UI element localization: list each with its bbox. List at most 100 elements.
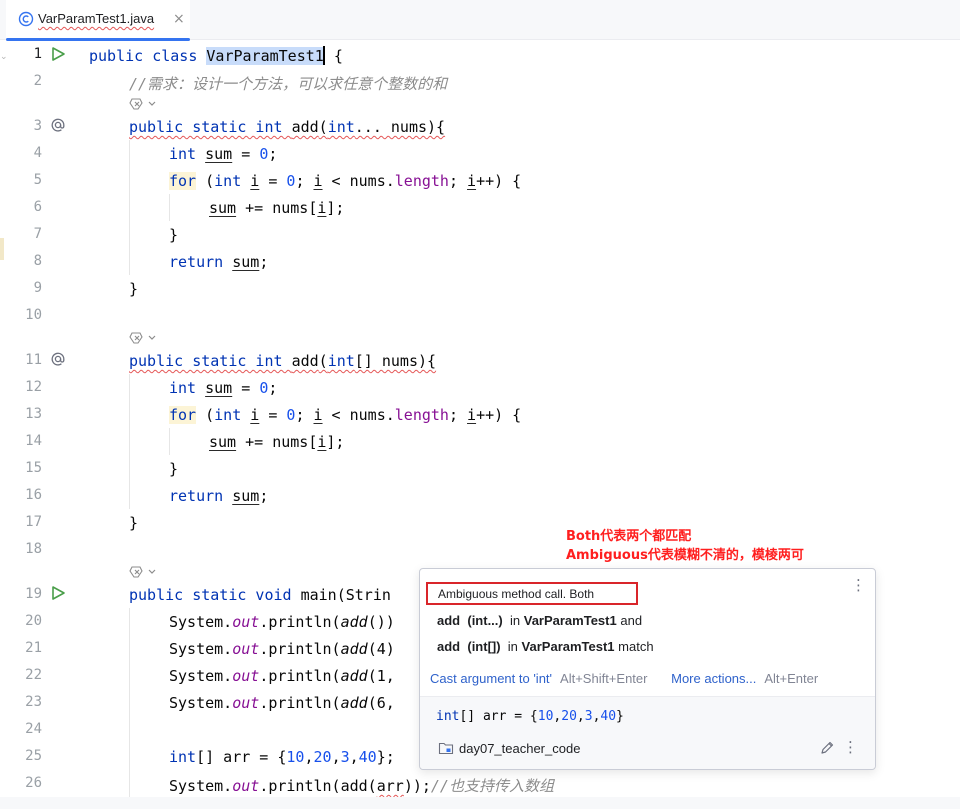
- label-text: and: [620, 613, 643, 628]
- run-gutter-icon[interactable]: [50, 585, 66, 601]
- code-line[interactable]: for (int i = 0; i < nums.length; i++) {: [169, 406, 960, 424]
- line-number: 23: [25, 694, 42, 710]
- code-token: sum: [232, 253, 260, 271]
- code-token: 10: [286, 748, 305, 766]
- ai-assist-icon[interactable]: [129, 96, 159, 112]
- cast-argument-action[interactable]: Cast argument to 'int': [430, 671, 552, 686]
- code-token: 3: [340, 748, 350, 766]
- more-kebab-icon[interactable]: ⋮: [843, 738, 858, 756]
- code-line[interactable]: public class VarParamTest1 {: [89, 46, 889, 65]
- code-token: out: [232, 667, 260, 685]
- code-line[interactable]: return sum;: [169, 253, 960, 271]
- close-icon[interactable]: ×: [173, 11, 185, 27]
- code-token: System.: [169, 777, 233, 795]
- code-token: i: [467, 406, 477, 424]
- code-token: ];: [326, 199, 345, 217]
- code-token: ,: [349, 748, 359, 766]
- override-gutter-icon[interactable]: [50, 117, 66, 133]
- method-signature: (int...): [467, 613, 503, 628]
- code-token: ;: [259, 487, 269, 505]
- code-line[interactable]: for (int i = 0; i < nums.length; i++) {: [169, 172, 960, 190]
- code-line[interactable]: }: [129, 514, 929, 532]
- code-token: out: [232, 613, 260, 631]
- edit-pencil-icon[interactable]: [819, 740, 835, 756]
- code-token: 3: [584, 709, 593, 724]
- code-token: 0: [259, 145, 269, 163]
- code-token: (: [196, 172, 215, 190]
- code-token: int: [169, 748, 197, 766]
- code-token: (: [318, 118, 328, 136]
- code-token: public static int: [129, 352, 292, 370]
- line-number: 20: [25, 613, 42, 629]
- code-comment: //也支持传入数组: [430, 777, 554, 795]
- code-token: return: [169, 487, 233, 505]
- active-tab-indicator: [6, 38, 190, 41]
- ai-assist-icon[interactable]: [129, 564, 159, 580]
- code-token: < nums.: [322, 172, 395, 190]
- code-token: 40: [358, 748, 377, 766]
- code-token: .println(: [259, 694, 341, 712]
- code-token: ;: [448, 406, 468, 424]
- code-token: (4): [367, 640, 395, 658]
- override-gutter-icon[interactable]: [50, 351, 66, 367]
- line-number: 4: [33, 145, 42, 161]
- code-token: 20: [313, 748, 332, 766]
- line-number: 21: [25, 640, 42, 656]
- more-actions-link[interactable]: More actions...: [671, 671, 756, 686]
- code-token: (6,: [367, 694, 395, 712]
- code-line[interactable]: return sum;: [169, 487, 960, 505]
- quick-fix-actions: Cast argument to 'int' Alt+Shift+Enter Mo…: [430, 671, 818, 686]
- run-gutter-icon[interactable]: [50, 46, 66, 62]
- code-token: ;: [268, 145, 278, 163]
- code-line[interactable]: }: [169, 460, 960, 478]
- method-name: add: [291, 118, 319, 136]
- code-token: return: [169, 253, 233, 271]
- code-token: ;: [259, 253, 269, 271]
- module-label[interactable]: day07_teacher_code: [438, 740, 580, 756]
- indent-guide: [169, 194, 170, 221]
- code-line[interactable]: int sum = 0;: [169, 379, 960, 397]
- code-comment-line[interactable]: //需求：设计一个方法，可以求任意个整数的和: [129, 73, 929, 94]
- code-token: ));: [403, 777, 431, 795]
- code-token: int: [214, 172, 251, 190]
- code-token: ++) {: [476, 406, 522, 424]
- code-token: public static void: [129, 586, 301, 604]
- more-kebab-icon[interactable]: ⋮: [851, 578, 866, 593]
- code-token: ,: [331, 748, 341, 766]
- module-folder-icon: [438, 742, 454, 755]
- code-line[interactable]: }: [129, 280, 929, 298]
- code-line[interactable]: }: [169, 226, 960, 244]
- code-token: += nums[: [236, 199, 318, 217]
- indent-guide: [169, 428, 170, 455]
- preview-code: int[] arr = {10,20,3,40}: [436, 709, 624, 724]
- tab-title: VarParamTest1.java: [38, 11, 155, 26]
- code-token: 10: [537, 709, 554, 724]
- code-token: {: [324, 47, 343, 65]
- code-token: [] nums){: [354, 352, 437, 370]
- code-token: += nums[: [236, 433, 318, 451]
- code-line[interactable]: System.out.println(add(arr));//也支持传入数组: [169, 775, 960, 796]
- code-line[interactable]: sum += nums[i];: [209, 433, 960, 451]
- code-token: (Strin: [336, 586, 391, 604]
- code-line[interactable]: public static int add(int[] nums){: [129, 352, 929, 370]
- indent-guide: [129, 140, 130, 275]
- method-name: main: [300, 586, 337, 604]
- code-token: out: [232, 694, 260, 712]
- code-token: i: [313, 172, 323, 190]
- indent-guide: [129, 374, 130, 509]
- code-line[interactable]: int sum = 0;: [169, 145, 960, 163]
- code-line[interactable]: sum += nums[i];: [209, 199, 960, 217]
- code-token: }: [129, 280, 139, 298]
- code-token: ,: [576, 709, 585, 724]
- line-number: 16: [25, 487, 42, 503]
- tab-varparamtest1[interactable]: VarParamTest1.java ×: [6, 0, 190, 41]
- code-token: add: [340, 667, 368, 685]
- code-token: int: [327, 352, 355, 370]
- ai-assist-icon[interactable]: [129, 330, 159, 346]
- indent-guide: [129, 608, 130, 798]
- code-token: public static int: [129, 118, 292, 136]
- code-token: int: [436, 709, 460, 724]
- code-line[interactable]: public static int add(int... nums){: [129, 118, 929, 136]
- code-token: for: [169, 172, 197, 190]
- code-token: i: [250, 406, 260, 424]
